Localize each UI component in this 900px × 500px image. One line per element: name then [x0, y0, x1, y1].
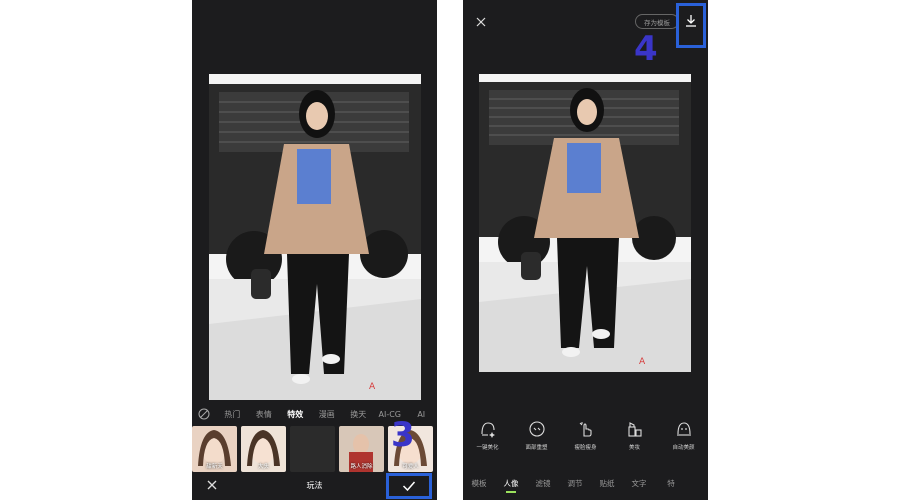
- step-number-4: 4: [634, 29, 658, 69]
- tool-auto-beauty[interactable]: 自动美颜: [659, 420, 708, 460]
- tool-label: 瘦脸瘦身: [574, 445, 597, 451]
- makeup-icon: [627, 422, 642, 437]
- tool-makeup[interactable]: 美妆: [610, 420, 659, 460]
- effect-thumbnail[interactable]: 大头: [241, 426, 286, 472]
- tool-face-reshape[interactable]: 面部重塑: [512, 420, 561, 460]
- bottom-action-bar: 玩法: [192, 472, 437, 500]
- right-phone-screen: 存为模板 A 一键美化 面部重塑 瘦脸瘦身 美妆 自动美颜 模板 人像 滤镜 调…: [463, 0, 708, 500]
- tab-sky-swap[interactable]: 换天: [343, 409, 375, 420]
- svg-text:A: A: [639, 357, 646, 367]
- tab-filter[interactable]: 滤镜: [527, 478, 559, 496]
- tab-effects[interactable]: 特效: [280, 409, 312, 420]
- tab-hot[interactable]: 热门: [217, 409, 249, 420]
- tab-comic[interactable]: 漫画: [311, 409, 343, 420]
- effect-thumbnail[interactable]: 甜新天: [192, 426, 237, 472]
- tool-one-click-beautify[interactable]: 一键美化: [463, 420, 512, 460]
- confirm-button[interactable]: [386, 473, 432, 499]
- tab-special[interactable]: 特: [655, 478, 687, 496]
- auto-beauty-icon: [676, 422, 691, 436]
- step-number-3: 3: [391, 415, 415, 455]
- save-as-template-button[interactable]: 存为模板: [635, 14, 679, 29]
- editor-category-tabs: 模板 人像 滤镜 调节 贴纸 文字 特: [463, 478, 708, 496]
- thumbnail-label: 大头: [257, 464, 269, 470]
- tab-adjust[interactable]: 调节: [559, 478, 591, 496]
- tool-label: 美妆: [628, 445, 640, 451]
- tab-expression[interactable]: 表情: [248, 409, 280, 420]
- thumbnail-label: 路人消除: [350, 464, 373, 470]
- svg-text:A: A: [369, 382, 376, 392]
- portrait-tools: 一键美化 面部重塑 瘦脸瘦身 美妆 自动美颜: [463, 420, 708, 460]
- download-button[interactable]: [676, 3, 706, 48]
- tab-template[interactable]: 模板: [463, 478, 495, 496]
- no-effect-icon[interactable]: [192, 408, 217, 420]
- download-icon: [686, 15, 696, 27]
- edited-photo: A: [209, 74, 421, 400]
- active-tab-indicator: [506, 491, 516, 493]
- effect-thumbnail[interactable]: 路人消除: [339, 426, 384, 472]
- tab-portrait-label: 人像: [503, 479, 519, 488]
- tool-slim-body[interactable]: 瘦脸瘦身: [561, 420, 610, 460]
- edited-photo: A: [479, 74, 691, 372]
- thumbnail-label: 甜新天: [206, 464, 223, 470]
- face-reshape-icon: [528, 421, 545, 437]
- close-icon[interactable]: [475, 16, 487, 28]
- effect-thumbnail[interactable]: [290, 426, 335, 472]
- tab-sticker[interactable]: 贴纸: [591, 478, 623, 496]
- tab-portrait[interactable]: 人像: [495, 478, 527, 496]
- checkmark-icon: [402, 481, 416, 492]
- tool-label: 自动美颜: [672, 445, 695, 451]
- thumbnail-label: 可爱人: [402, 464, 419, 470]
- face-sparkle-icon: [480, 422, 495, 438]
- tool-label: 面部重塑: [525, 445, 548, 451]
- tab-text[interactable]: 文字: [623, 478, 655, 496]
- tool-label: 一键美化: [476, 445, 499, 451]
- hand-slim-icon: [579, 422, 592, 437]
